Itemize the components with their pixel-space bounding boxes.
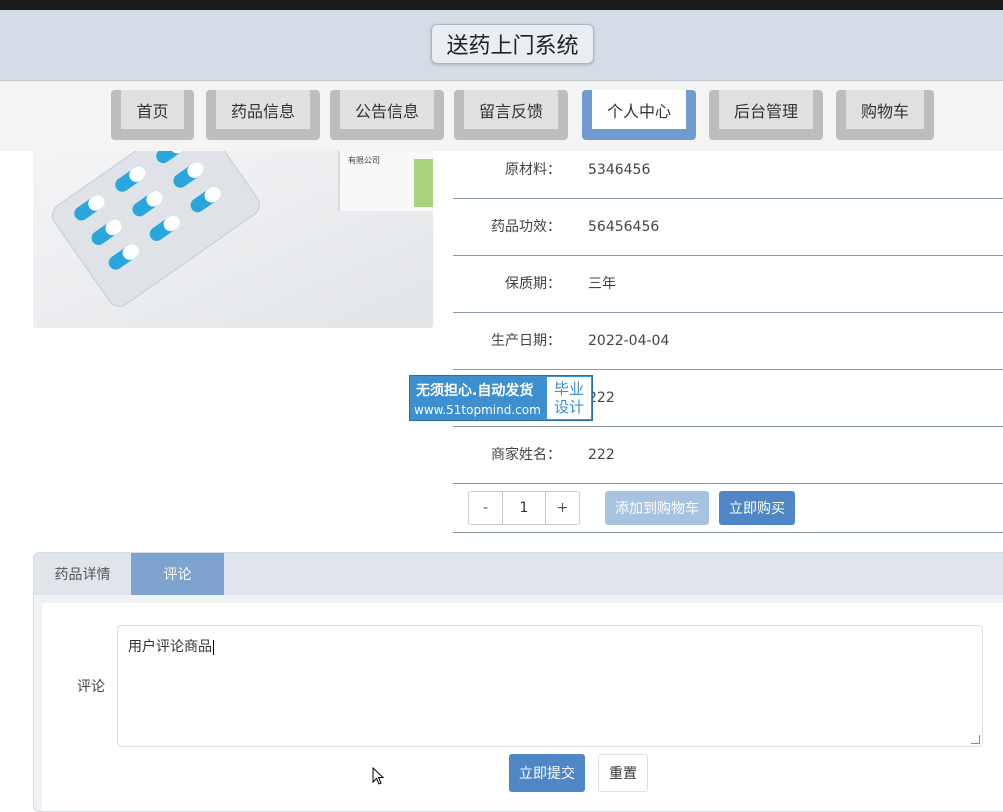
- info-value: 222: [588, 447, 615, 463]
- nav-item-label: 首页: [121, 90, 184, 129]
- nav-item-label: 个人中心: [592, 90, 686, 129]
- nav-item-admin[interactable]: 后台管理: [709, 90, 823, 140]
- nav-item-label: 公告信息: [340, 90, 434, 129]
- info-key: 生产日期：: [491, 333, 561, 349]
- watermark-badge-line1: 毕业: [553, 380, 584, 398]
- main-nav: 首页 药品信息 公告信息 留言反馈 个人中心 后台管理 购物车: [0, 81, 1003, 151]
- nav-item-label: 购物车: [846, 90, 924, 129]
- tab-comments[interactable]: 评论: [131, 553, 224, 595]
- info-value: 56456456: [588, 219, 660, 235]
- nav-item-medicine[interactable]: 药品信息: [206, 90, 320, 140]
- comment-textarea[interactable]: 用户评论商品: [117, 625, 983, 747]
- medicine-box: 有限公司: [338, 151, 433, 211]
- info-key: 药品功效：: [491, 219, 561, 235]
- quantity-decrement-button[interactable]: -: [469, 492, 502, 524]
- nav-item-label: 药品信息: [216, 90, 310, 129]
- window-top-bar: [0, 0, 1003, 10]
- reset-button[interactable]: 重置: [598, 754, 648, 792]
- nav-item-label: 后台管理: [719, 90, 813, 129]
- comment-text: 用户评论商品: [128, 639, 212, 655]
- nav-item-label: 留言反馈: [464, 90, 558, 129]
- info-value: 2022-04-04: [588, 333, 670, 349]
- product-info-table: 原材料： 5346456 药品功效： 56456456 保质期： 三年 生产日期…: [453, 151, 1003, 484]
- info-value: 5346456: [588, 162, 651, 178]
- info-row: 保质期： 三年: [453, 256, 1003, 313]
- watermark-banner: 无须担心.自动发货 www.51topmind.com 毕业 设计: [409, 375, 593, 421]
- watermark-badge: 毕业 设计: [547, 377, 591, 419]
- nav-item-cart[interactable]: 购物车: [836, 90, 934, 140]
- product-image: 有限公司: [33, 151, 433, 328]
- nav-item-personal-center[interactable]: 个人中心: [582, 90, 696, 140]
- resize-handle-icon[interactable]: [971, 735, 980, 744]
- watermark-badge-line2: 设计: [553, 398, 584, 416]
- tab-medicine-details[interactable]: 药品详情: [34, 553, 131, 595]
- nav-item-feedback[interactable]: 留言反馈: [454, 90, 568, 140]
- info-key: 保质期：: [505, 276, 561, 292]
- submit-button[interactable]: 立即提交: [509, 754, 585, 792]
- tabs-header: 药品详情 评论: [34, 553, 1003, 595]
- info-key: 原材料：: [505, 162, 561, 178]
- info-value: 三年: [588, 276, 616, 292]
- comment-label: 评论: [77, 679, 105, 695]
- medicine-box-label: 有限公司: [348, 156, 380, 165]
- watermark-line1: 无须担心.自动发货: [416, 383, 534, 399]
- info-key: 商家姓名：: [491, 447, 561, 463]
- quantity-stepper: - 1 +: [468, 491, 580, 525]
- buy-now-button[interactable]: 立即购买: [719, 491, 795, 525]
- info-row: 生产日期： 2022-04-04: [453, 313, 1003, 370]
- box-green-stripe: [414, 159, 433, 207]
- info-row: 原材料： 5346456: [453, 151, 1003, 199]
- mouse-cursor-icon: [372, 767, 384, 785]
- quantity-increment-button[interactable]: +: [546, 492, 579, 524]
- detail-tabs-panel: 药品详情 评论 评论 用户评论商品 立即提交 重置: [33, 552, 1003, 812]
- nav-item-home[interactable]: 首页: [111, 90, 194, 140]
- nav-item-announcements[interactable]: 公告信息: [330, 90, 444, 140]
- watermark-url: www.51topmind.com: [414, 403, 541, 417]
- comment-form: 评论 用户评论商品 立即提交 重置: [42, 603, 1003, 811]
- info-row: 商家姓名： 222: [453, 427, 1003, 484]
- info-row: 药品功效： 56456456: [453, 199, 1003, 256]
- quantity-input[interactable]: 1: [502, 492, 546, 524]
- add-to-cart-button[interactable]: 添加到购物车: [605, 491, 709, 525]
- site-title: 送药上门系统: [431, 24, 594, 64]
- site-header: 送药上门系统: [0, 10, 1003, 81]
- purchase-row: - 1 + 添加到购物车 立即购买: [453, 484, 1003, 533]
- text-caret: [213, 639, 214, 655]
